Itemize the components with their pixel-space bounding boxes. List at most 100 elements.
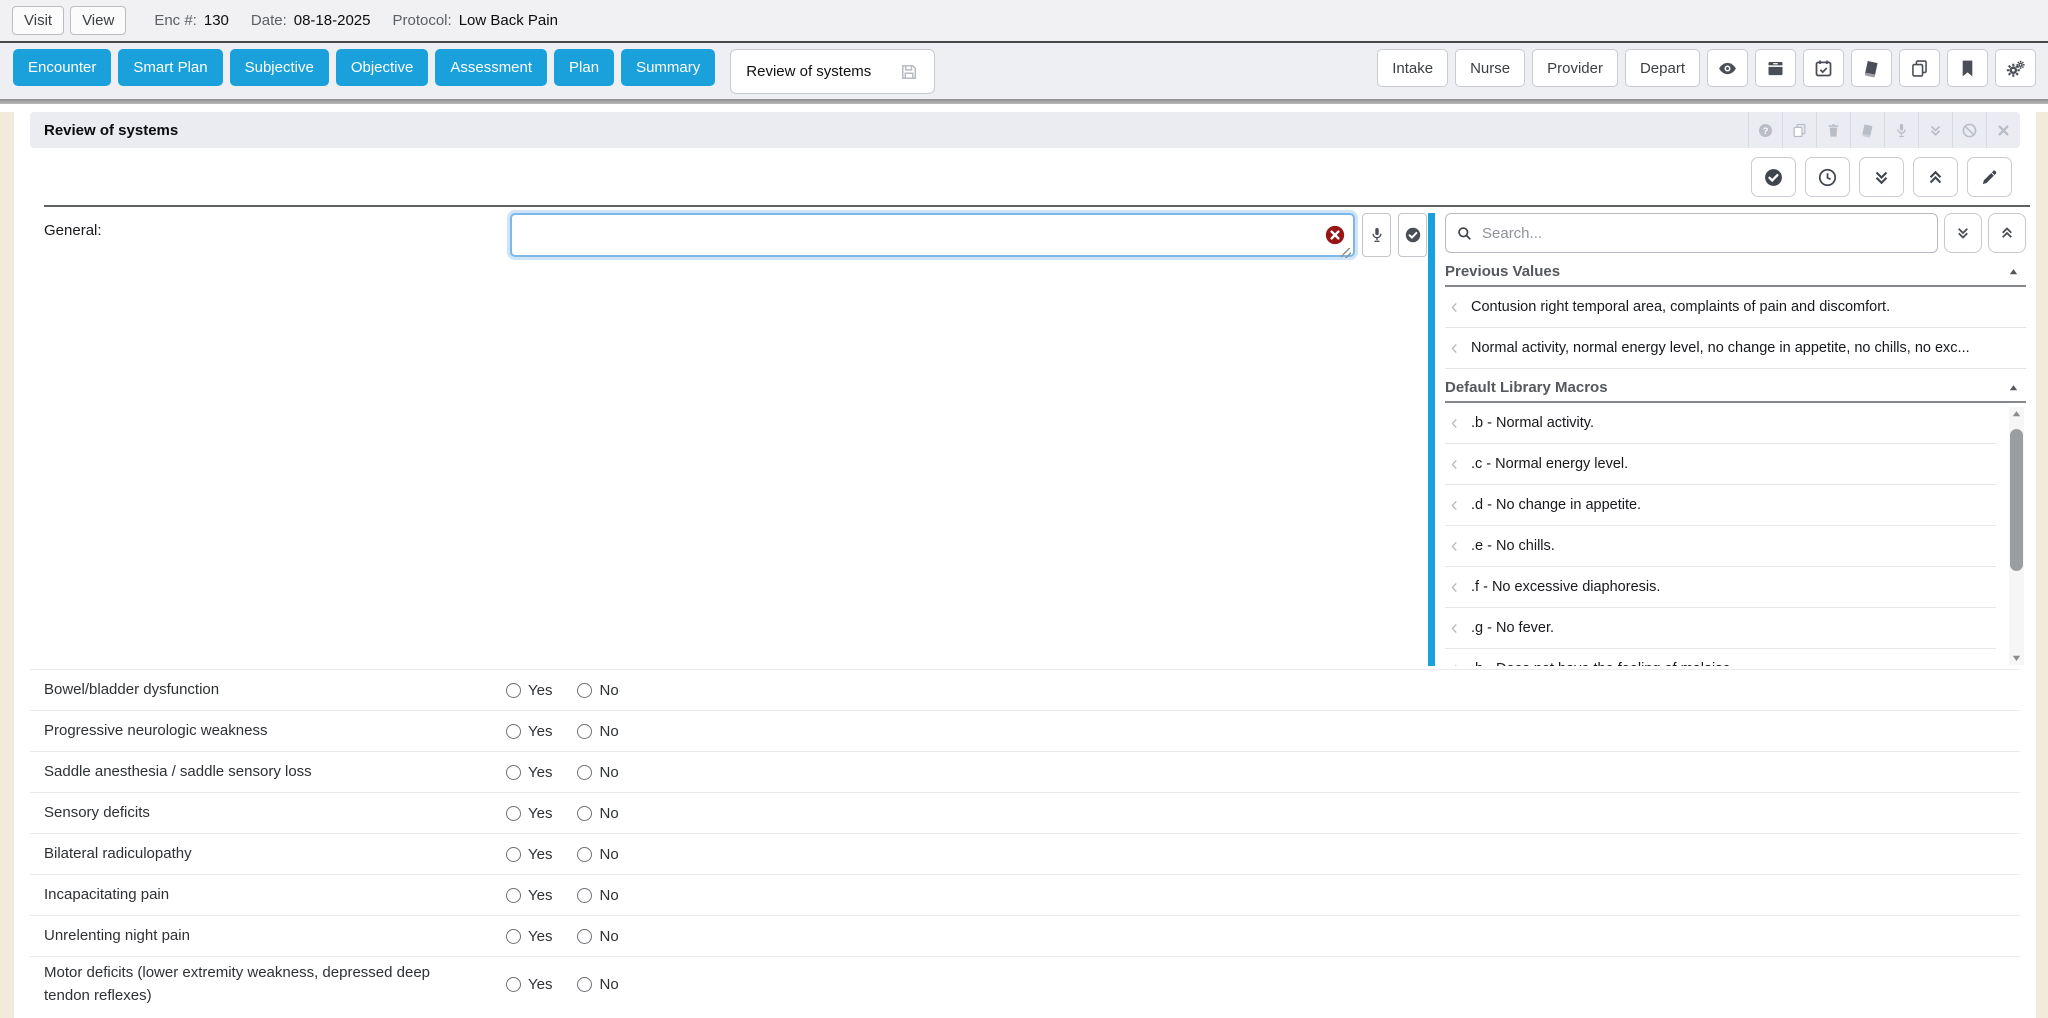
search-input[interactable] xyxy=(1482,225,1927,242)
nav-tab[interactable]: Objective xyxy=(336,49,429,86)
radio-option-yes[interactable]: Yes xyxy=(506,976,552,993)
radio-circle-yes[interactable] xyxy=(506,806,521,821)
nav-tab[interactable]: Assessment xyxy=(435,49,547,86)
stage-button[interactable]: Depart xyxy=(1625,49,1700,87)
nav-tab[interactable]: Encounter xyxy=(13,49,111,86)
nav-tab[interactable]: Plan xyxy=(554,49,614,86)
radio-option-no[interactable]: No xyxy=(577,976,618,993)
radio-option-no[interactable]: No xyxy=(577,723,618,740)
triangle-up-icon[interactable] xyxy=(2007,381,2020,394)
radio-option-yes[interactable]: Yes xyxy=(506,928,552,945)
radio-circle-yes[interactable] xyxy=(506,977,521,992)
copy-icon[interactable] xyxy=(1899,49,1940,87)
radio-circle-yes[interactable] xyxy=(506,724,521,739)
nav-tab[interactable]: Smart Plan xyxy=(118,49,222,86)
previous-value-item[interactable]: Normal activity, normal energy level, no… xyxy=(1445,328,2026,369)
macro-item[interactable]: .f - No excessive diaphoresis. xyxy=(1445,567,1996,608)
clock-icon[interactable] xyxy=(1805,157,1850,197)
book-icon[interactable] xyxy=(1850,112,1884,148)
triangle-down-icon[interactable] xyxy=(2010,652,2023,665)
bookmark-icon[interactable] xyxy=(1947,49,1988,87)
trash-icon[interactable] xyxy=(1816,112,1850,148)
radio-option-no[interactable]: No xyxy=(577,887,618,904)
radio-option-no[interactable]: No xyxy=(577,846,618,863)
chevron-double-down-icon[interactable] xyxy=(1944,213,1982,253)
radio-option-yes[interactable]: Yes xyxy=(506,846,552,863)
chevron-double-up-icon[interactable] xyxy=(1988,213,2026,253)
pencil-icon[interactable] xyxy=(1967,157,2012,197)
radio-option-no[interactable]: No xyxy=(577,928,618,945)
resize-handle[interactable] xyxy=(1341,248,1351,258)
help-icon[interactable]: ? xyxy=(1748,112,1782,148)
ban-icon[interactable] xyxy=(1952,112,1986,148)
gears-icon[interactable] xyxy=(1995,49,2036,87)
macro-item[interactable]: .c - Normal energy level. xyxy=(1445,444,1996,485)
macro-item[interactable]: .h - Does not have the feeling of malais… xyxy=(1445,649,1996,666)
close-icon[interactable] xyxy=(1986,112,2020,148)
radio-circle-no[interactable] xyxy=(577,683,592,698)
radio-option-no[interactable]: No xyxy=(577,805,618,822)
stage-button[interactable]: Provider xyxy=(1532,49,1618,87)
radio-circle-yes[interactable] xyxy=(506,765,521,780)
radio-circle-no[interactable] xyxy=(577,977,592,992)
horizontal-scrollbar[interactable] xyxy=(0,99,2048,104)
radio-option-no[interactable]: No xyxy=(577,682,618,699)
copy-icon[interactable] xyxy=(1782,112,1816,148)
macro-item[interactable]: .d - No change in appetite. xyxy=(1445,485,1996,526)
chevron-double-down-icon[interactable] xyxy=(1859,157,1904,197)
view-button[interactable]: View xyxy=(70,6,126,35)
radio-option-no[interactable]: No xyxy=(577,764,618,781)
radio-option-yes[interactable]: Yes xyxy=(506,887,552,904)
radio-option-yes[interactable]: Yes xyxy=(506,805,552,822)
radio-circle-no[interactable] xyxy=(577,765,592,780)
eye-icon[interactable] xyxy=(1707,49,1748,87)
microphone-icon[interactable] xyxy=(1884,112,1918,148)
nav-tab[interactable]: Summary xyxy=(621,49,715,86)
chevron-double-down-icon[interactable] xyxy=(1918,112,1952,148)
nav-tab[interactable]: Subjective xyxy=(230,49,329,86)
angle-left-icon xyxy=(1447,416,1462,431)
stage-button[interactable]: Intake xyxy=(1377,49,1448,87)
macro-item[interactable]: .b - Normal activity. xyxy=(1445,403,1996,444)
archive-icon[interactable] xyxy=(1755,49,1796,87)
radio-circle-yes[interactable] xyxy=(506,683,521,698)
radio-circle-no[interactable] xyxy=(577,806,592,821)
radio-circle-yes[interactable] xyxy=(506,847,521,862)
macro-item[interactable]: .e - No chills. xyxy=(1445,526,1996,567)
check-circle-icon[interactable] xyxy=(1751,157,1796,197)
triangle-up-icon[interactable] xyxy=(2007,265,2020,278)
clear-icon[interactable] xyxy=(1324,224,1346,246)
radio-option-yes[interactable]: Yes xyxy=(506,723,552,740)
vertical-scrollbar[interactable] xyxy=(2009,407,2024,665)
question-label: Sensory deficits xyxy=(44,801,506,824)
radio-label-no: No xyxy=(599,928,618,945)
radio-circle-yes[interactable] xyxy=(506,888,521,903)
angle-left-icon xyxy=(1447,341,1462,356)
microphone-icon[interactable] xyxy=(1362,213,1391,257)
radio-option-yes[interactable]: Yes xyxy=(506,682,552,699)
general-input[interactable] xyxy=(510,213,1355,257)
question-row: Bilateral radiculopathy Yes No xyxy=(30,833,2020,874)
radio-circle-no[interactable] xyxy=(577,724,592,739)
save-icon[interactable] xyxy=(899,62,919,82)
stage-button[interactable]: Nurse xyxy=(1455,49,1525,87)
search-box[interactable] xyxy=(1445,213,1938,253)
angle-left-icon xyxy=(1447,457,1462,472)
question-options: Yes No xyxy=(506,764,619,781)
radio-circle-no[interactable] xyxy=(577,888,592,903)
radio-circle-no[interactable] xyxy=(577,929,592,944)
calendar-check-icon[interactable] xyxy=(1803,49,1844,87)
chevron-double-up-icon[interactable] xyxy=(1913,157,1958,197)
book-icon[interactable] xyxy=(1851,49,1892,87)
macro-item[interactable]: .g - No fever. xyxy=(1445,608,1996,649)
previous-value-item[interactable]: Contusion right temporal area, complaint… xyxy=(1445,287,2026,328)
visit-button[interactable]: Visit xyxy=(12,6,64,35)
question-label: Unrelenting night pain xyxy=(44,924,506,947)
radio-option-yes[interactable]: Yes xyxy=(506,764,552,781)
scrollbar-thumb[interactable] xyxy=(2010,429,2023,571)
radio-circle-yes[interactable] xyxy=(506,929,521,944)
triangle-up-icon[interactable] xyxy=(2010,407,2023,420)
check-circle-icon[interactable] xyxy=(1398,213,1427,257)
radio-circle-no[interactable] xyxy=(577,847,592,862)
active-tab-review-of-systems[interactable]: Review of systems xyxy=(730,49,935,94)
